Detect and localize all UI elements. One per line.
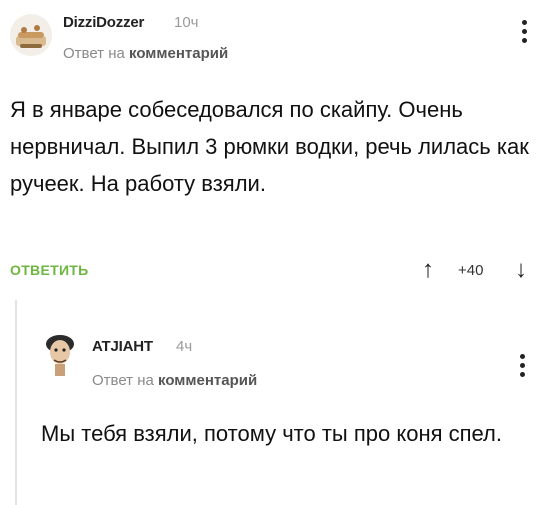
thread-line[interactable] — [15, 300, 17, 505]
avatar[interactable] — [41, 330, 79, 378]
avatar[interactable] — [10, 14, 52, 56]
upvote-button[interactable]: ↑ — [422, 255, 434, 285]
arrow-up-icon: ↑ — [422, 256, 434, 283]
comment-text: Я в январе собеседовался по скайпу. Очен… — [10, 97, 529, 196]
reply-prefix: Ответ на — [63, 45, 125, 62]
comment-text: Мы тебя взяли, потому что ты про коня сп… — [41, 421, 503, 446]
comment-reply: ATJIAHT 4ч Ответ на комментарий Мы тебя … — [0, 300, 552, 505]
reply-target-link[interactable]: комментарий — [158, 372, 257, 389]
reply-button[interactable]: ОТВЕТИТЬ — [10, 262, 89, 278]
comment: DizziDozzer 10ч Ответ на комментарий Я в… — [0, 0, 552, 300]
more-options-icon[interactable] — [518, 354, 526, 377]
author-name[interactable]: ATJIAHT — [92, 338, 153, 355]
comment-time: 10ч — [174, 14, 199, 31]
more-options-icon[interactable] — [520, 20, 528, 43]
reply-prefix: Ответ на — [92, 372, 154, 389]
downvote-button[interactable]: ↓ — [515, 255, 527, 285]
arrow-down-icon: ↓ — [515, 256, 527, 283]
comment-time: 4ч — [176, 338, 193, 355]
author-name[interactable]: DizziDozzer — [63, 14, 144, 31]
reply-info: Ответ на комментарий — [63, 45, 228, 62]
rating-score: +40 — [458, 261, 484, 279]
reply-target-link[interactable]: комментарий — [129, 45, 228, 62]
reply-info: Ответ на комментарий — [92, 372, 257, 389]
